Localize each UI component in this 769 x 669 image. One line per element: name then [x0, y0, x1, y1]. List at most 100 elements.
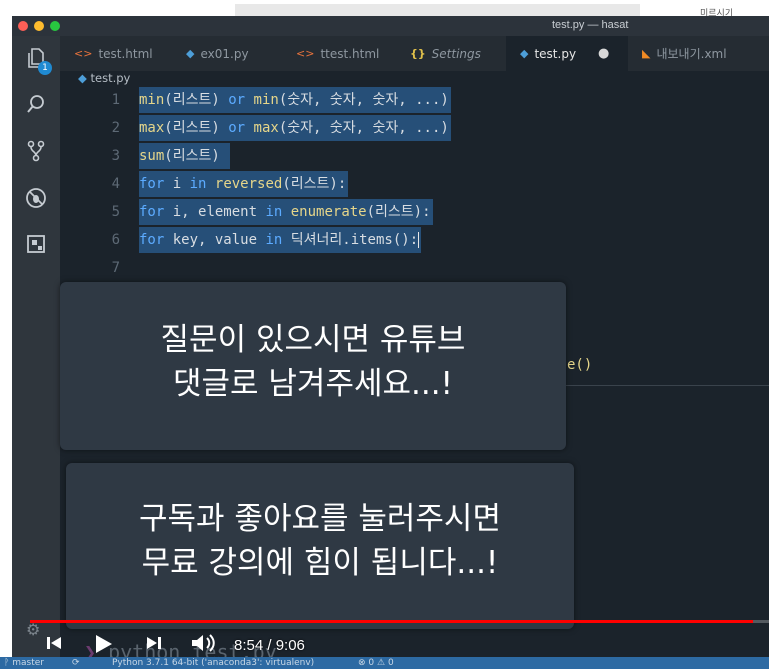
- code-line[interactable]: 6 for key, value in 딕셔너리.items():: [60, 227, 769, 255]
- code-line[interactable]: 7: [60, 255, 769, 283]
- code-line[interactable]: 5 for i, element in enumerate(리스트):: [60, 199, 769, 227]
- line-number: 2: [111, 120, 120, 136]
- play-icon[interactable]: [92, 633, 114, 653]
- code-line[interactable]: 2 max(리스트) or max(숫자, 숫자, 숫자, ...): [60, 115, 769, 143]
- code-token: (리스트): [164, 92, 229, 108]
- tab-export-xml[interactable]: ◣ 내보내기.xml: [628, 36, 741, 71]
- code-keyword: in: [265, 232, 283, 248]
- outer-page-bar: [235, 4, 640, 16]
- code-editor[interactable]: 1 min(리스트) or min(숫자, 숫자, 숫자, ...) 2 max(리스…: [60, 87, 769, 307]
- settings-braces-icon: {}: [410, 47, 426, 60]
- python-file-icon: ◆: [520, 47, 529, 60]
- tab-ex01-py[interactable]: ◆ ex01.py: [172, 36, 263, 71]
- code-function: min: [139, 92, 165, 108]
- status-bar: ᚹ master ⟳ Python 3.7.1 64-bit ('anacond…: [0, 657, 769, 669]
- rss-file-icon: ◣: [642, 47, 651, 60]
- code-token: (숫자, 숫자, 숫자, ...): [278, 120, 449, 136]
- code-keyword: in: [189, 176, 207, 192]
- code-keyword: or: [228, 120, 246, 136]
- partial-code-text: e(): [567, 357, 593, 373]
- video-progress-fill: [30, 620, 753, 623]
- unsaved-dot-icon[interactable]: ●: [598, 46, 609, 61]
- python-interpreter[interactable]: Python 3.7.1 64-bit ('anaconda3': virtua…: [112, 657, 314, 669]
- code-token: (리스트): [164, 120, 229, 136]
- code-token: (리스트):: [366, 204, 431, 220]
- code-token: key, value: [164, 232, 266, 248]
- video-progress-bar[interactable]: [30, 620, 769, 623]
- line-number: 5: [111, 204, 120, 220]
- tab-ttest-html[interactable]: <> ttest.html: [282, 36, 393, 71]
- tab-label: ttest.html: [320, 46, 380, 61]
- code-token: 딕셔너리.items():: [282, 232, 419, 248]
- code-text: sum(리스트): [139, 143, 231, 169]
- explorer-icon[interactable]: 1: [24, 46, 52, 75]
- tab-settings[interactable]: {} Settings: [396, 36, 495, 71]
- line-number: 1: [111, 92, 120, 108]
- sync-icon[interactable]: ⟳: [72, 657, 80, 669]
- code-function: min: [253, 92, 279, 108]
- caption-line: 무료 강의에 힘이 됩니다...!: [141, 545, 499, 581]
- code-function: max: [253, 120, 279, 136]
- code-keyword: for: [139, 176, 165, 192]
- line-number: 3: [111, 148, 120, 164]
- code-line[interactable]: 1 min(리스트) or min(숫자, 숫자, 숫자, ...): [60, 87, 769, 115]
- warning-count: 0: [387, 658, 394, 668]
- html-file-icon: <>: [296, 47, 315, 60]
- breadcrumb[interactable]: ◆ test.py: [78, 71, 130, 87]
- branch-status[interactable]: ᚹ master: [4, 657, 44, 669]
- editor-tabs: <> test.html ◆ ex01.py <> ttest.html {} …: [60, 36, 769, 71]
- zoom-window-button[interactable]: [50, 21, 60, 31]
- caption-line: 질문이 있으시면 유튜브: [160, 322, 466, 358]
- code-line[interactable]: 3 sum(리스트): [60, 143, 769, 171]
- caption-line: 댓글로 남겨주세요...!: [172, 366, 453, 402]
- line-number: 7: [111, 260, 120, 276]
- minimize-window-button[interactable]: [34, 21, 44, 31]
- error-count: 0: [368, 658, 375, 668]
- text-cursor: [418, 232, 420, 248]
- caption-line: 구독과 좋아요를 눌러주시면: [139, 501, 501, 537]
- code-keyword: for: [139, 204, 165, 220]
- code-function: sum: [139, 148, 165, 164]
- problems-status[interactable]: ⊗ 0 ⚠ 0: [358, 657, 394, 669]
- code-token: (리스트): [164, 148, 229, 164]
- tab-test-html[interactable]: <> test.html: [60, 36, 167, 71]
- code-keyword: or: [228, 92, 246, 108]
- code-token: (숫자, 숫자, 숫자, ...): [278, 92, 449, 108]
- code-line[interactable]: 4 for i in reversed(리스트):: [60, 171, 769, 199]
- tab-test-py[interactable]: ◆ test.py ●: [506, 36, 628, 71]
- caption-overlay-bottom: 구독과 좋아요를 눌러주시면 무료 강의에 힘이 됩니다...!: [66, 463, 574, 629]
- search-icon[interactable]: [24, 92, 48, 116]
- tab-label: ex01.py: [200, 46, 249, 61]
- code-keyword: for: [139, 232, 165, 248]
- caption-overlay-top: 질문이 있으시면 유튜브 댓글로 남겨주세요...!: [60, 282, 566, 450]
- html-file-icon: <>: [74, 47, 93, 60]
- python-file-icon: ◆: [186, 47, 195, 60]
- python-file-icon: ◆: [78, 71, 87, 85]
- skip-previous-icon[interactable]: [44, 633, 64, 653]
- tab-label: test.html: [98, 46, 153, 61]
- code-keyword: in: [265, 204, 283, 220]
- activity-bar: 1: [12, 36, 60, 669]
- video-controls: 8:54 / 9:06: [0, 625, 769, 657]
- code-text: for key, value in 딕셔너리.items():: [139, 227, 422, 253]
- close-window-button[interactable]: [18, 21, 28, 31]
- extensions-icon[interactable]: [24, 232, 48, 256]
- breadcrumb-file: test.py: [90, 71, 131, 85]
- code-function: max: [139, 120, 165, 136]
- debug-icon[interactable]: [24, 186, 48, 210]
- source-control-icon[interactable]: [24, 139, 48, 163]
- code-function: enumerate: [290, 204, 367, 220]
- code-function: reversed: [214, 176, 283, 192]
- code-token: i: [164, 176, 190, 192]
- skip-next-icon[interactable]: [144, 633, 164, 653]
- branch-name: master: [12, 658, 45, 668]
- tab-label: 내보내기.xml: [656, 47, 727, 61]
- volume-icon[interactable]: [190, 633, 218, 653]
- line-number: 4: [111, 176, 120, 192]
- title-bar: test.py — hasat: [12, 16, 769, 36]
- window-title: test.py — hasat: [552, 19, 629, 31]
- code-text: max(리스트) or max(숫자, 숫자, 숫자, ...): [139, 115, 451, 141]
